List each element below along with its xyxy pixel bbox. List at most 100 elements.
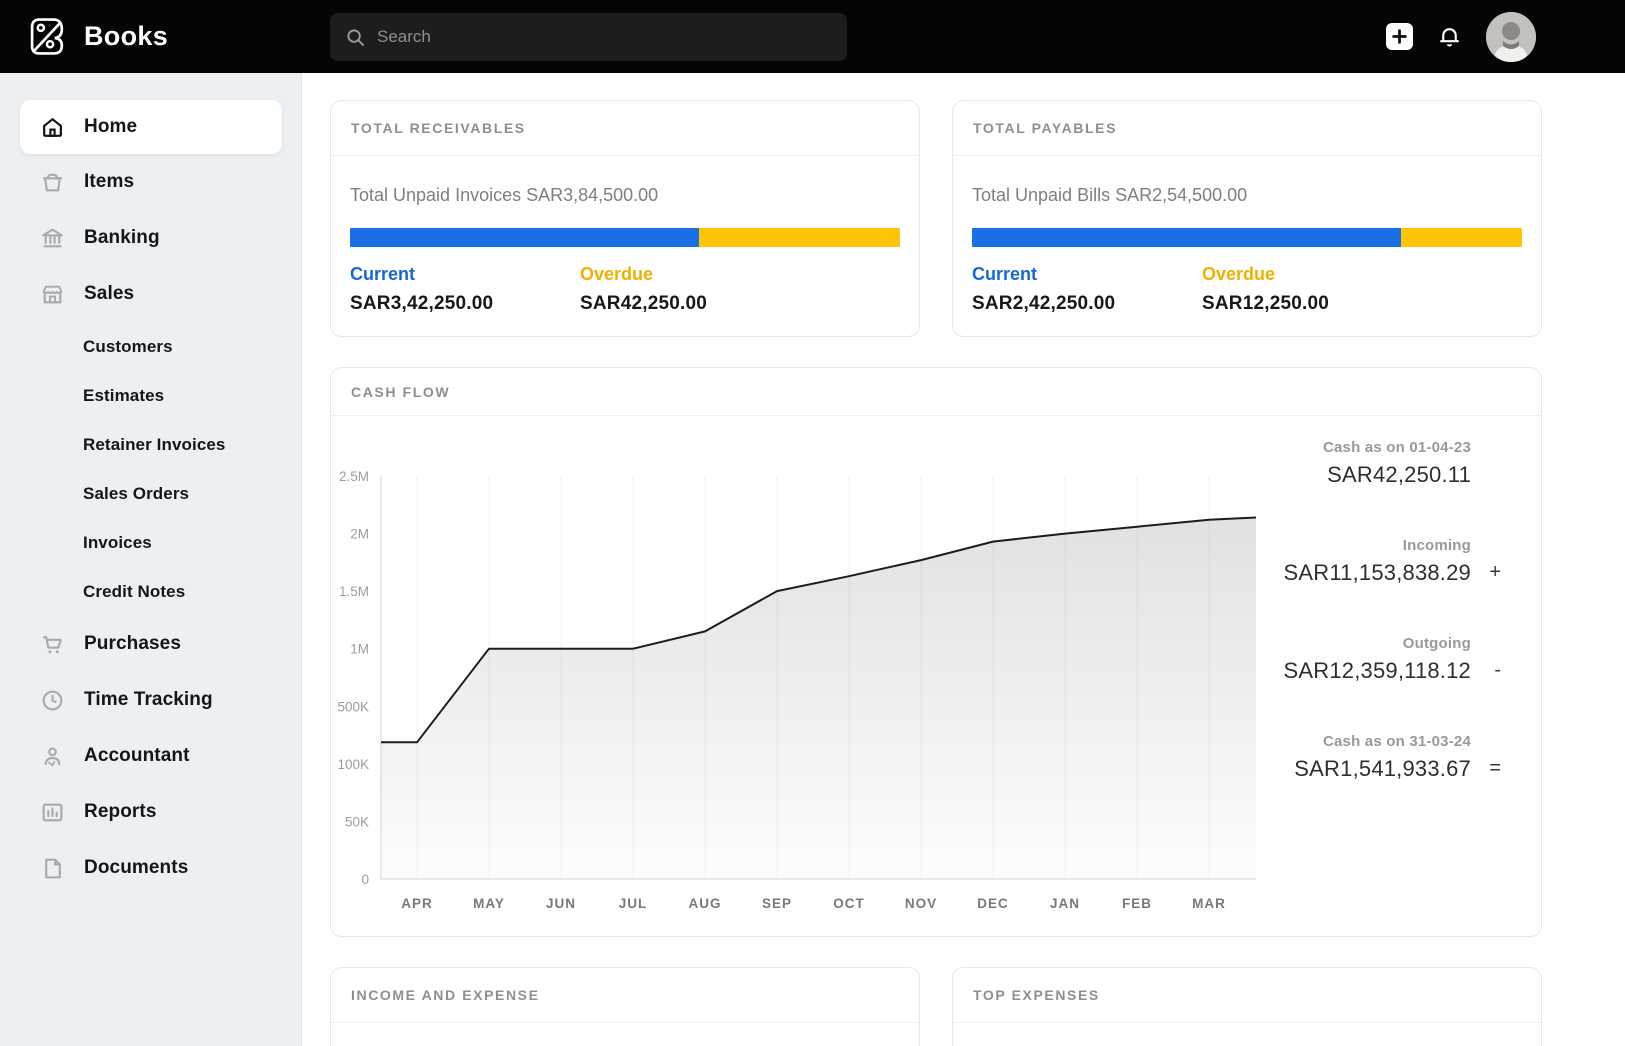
income-and-expense-card: INCOME AND EXPENSE — [330, 967, 920, 1046]
document-icon — [40, 856, 65, 881]
sidebar-item-sales-orders[interactable]: Sales Orders — [0, 469, 301, 518]
card-title: CASH FLOW — [351, 384, 450, 400]
current-value: SAR3,42,250.00 — [350, 293, 580, 315]
sidebar-item-documents[interactable]: Documents — [0, 840, 301, 896]
svg-text:JAN: JAN — [1050, 896, 1080, 911]
svg-text:2M: 2M — [350, 527, 369, 542]
sidebar-item-time-tracking[interactable]: Time Tracking — [0, 672, 301, 728]
sidebar-item-label: Time Tracking — [84, 689, 213, 711]
sidebar-item-home[interactable]: Home — [20, 100, 282, 154]
quick-create-button[interactable] — [1386, 23, 1413, 50]
sidebar-item-label: Sales — [84, 283, 134, 305]
sidebar-item-label: Banking — [84, 227, 160, 249]
sidebar-item-label: Estimates — [83, 386, 164, 406]
stat-value: SAR42,250.11 — [1323, 462, 1471, 488]
svg-text:OCT: OCT — [833, 896, 865, 911]
stat-operator: = — [1471, 757, 1501, 782]
svg-text:1.5M: 1.5M — [339, 584, 369, 599]
sidebar-item-credit-notes[interactable]: Credit Notes — [0, 567, 301, 616]
sidebar-item-label: Invoices — [83, 533, 152, 553]
cart-icon — [40, 632, 65, 657]
svg-text:AUG: AUG — [689, 896, 722, 911]
sidebar-item-label: Accountant — [84, 745, 190, 767]
overdue-value: SAR42,250.00 — [580, 293, 810, 315]
card-header: INCOME AND EXPENSE — [331, 968, 919, 1023]
svg-text:FEB: FEB — [1122, 896, 1152, 911]
dashboard: TOTAL RECEIVABLES Total Unpaid Invoices … — [302, 73, 1625, 1046]
person-icon — [40, 744, 65, 769]
sidebar-item-sales[interactable]: Sales — [0, 266, 301, 322]
total-receivables-card: TOTAL RECEIVABLES Total Unpaid Invoices … — [330, 100, 920, 337]
search-icon — [346, 28, 365, 47]
sidebar-item-banking[interactable]: Banking — [0, 210, 301, 266]
svg-text:SEP: SEP — [762, 896, 792, 911]
sidebar-item-reports[interactable]: Reports — [0, 784, 301, 840]
plus-icon — [1392, 29, 1407, 44]
card-title: INCOME AND EXPENSE — [351, 987, 540, 1003]
svg-text:JUL: JUL — [619, 896, 648, 911]
top-expenses-card: TOP EXPENSES — [952, 967, 1542, 1046]
card-header: TOTAL PAYABLES — [953, 101, 1541, 156]
card-header: CASH FLOW — [331, 368, 1541, 416]
total-payables-card: TOTAL PAYABLES Total Unpaid Bills SAR2,5… — [952, 100, 1542, 337]
sidebar-item-customers[interactable]: Customers — [0, 322, 301, 371]
payables-progress-bar — [972, 228, 1522, 247]
overdue-label: Overdue — [580, 264, 810, 285]
sidebar-item-label: Purchases — [84, 633, 181, 655]
sidebar-item-label: Credit Notes — [83, 582, 185, 602]
notifications-button[interactable] — [1437, 24, 1462, 49]
sidebar-item-invoices[interactable]: Invoices — [0, 518, 301, 567]
card-title: TOP EXPENSES — [973, 987, 1100, 1003]
svg-text:1M: 1M — [350, 642, 369, 657]
current-label: Current — [972, 264, 1202, 285]
svg-text:2.5M: 2.5M — [339, 469, 369, 484]
stat-label: Cash as on 31-03-24 — [1294, 733, 1471, 750]
sidebar-item-retainer-invoices[interactable]: Retainer Invoices — [0, 420, 301, 469]
user-avatar[interactable] — [1486, 12, 1536, 62]
stat-operator — [1471, 486, 1501, 488]
cashflow-stat-outgoing: Outgoing SAR12,359,118.12 - — [1281, 635, 1501, 684]
stat-value: SAR12,359,118.12 — [1284, 658, 1472, 684]
svg-text:NOV: NOV — [905, 896, 937, 911]
bank-icon — [40, 226, 65, 251]
basket-icon — [40, 170, 65, 195]
sidebar-item-accountant[interactable]: Accountant — [0, 728, 301, 784]
svg-text:JUN: JUN — [546, 896, 576, 911]
app-logo: Books — [0, 16, 168, 57]
cash-flow-summary: Cash as on 01-04-23 SAR42,250.11 Incomin… — [1281, 416, 1541, 921]
bar-chart-icon — [40, 800, 65, 825]
svg-text:MAR: MAR — [1192, 896, 1226, 911]
storefront-icon — [40, 282, 65, 307]
app-name: Books — [84, 21, 168, 52]
sidebar-item-purchases[interactable]: Purchases — [0, 616, 301, 672]
svg-text:50K: 50K — [345, 814, 369, 829]
card-header: TOTAL RECEIVABLES — [331, 101, 919, 156]
home-icon — [40, 115, 65, 140]
stat-label: Cash as on 01-04-23 — [1323, 439, 1471, 456]
search-bar[interactable] — [330, 13, 847, 61]
sidebar-item-estimates[interactable]: Estimates — [0, 371, 301, 420]
cash-flow-chart: 050K100K500K1M1.5M2M2.5MAPRMAYJUNJULAUGS… — [331, 461, 1281, 921]
svg-text:500K: 500K — [337, 699, 369, 714]
cashflow-stat-incoming: Incoming SAR11,153,838.29 + — [1281, 537, 1501, 586]
stat-operator: + — [1471, 561, 1501, 586]
sidebar-item-label: Items — [84, 171, 134, 193]
receivables-progress-bar — [350, 228, 900, 247]
card-title: TOTAL RECEIVABLES — [351, 120, 526, 136]
cashflow-stat-cash-as-on-31-03-24: Cash as on 31-03-24 SAR1,541,933.67 = — [1281, 733, 1501, 782]
stat-label: Outgoing — [1284, 635, 1472, 652]
overdue-value: SAR12,250.00 — [1202, 293, 1432, 315]
sidebar-item-label: Reports — [84, 801, 157, 823]
card-title: TOTAL PAYABLES — [973, 120, 1117, 136]
sidebar-item-label: Sales Orders — [83, 484, 189, 504]
sidebar: Home Items Banking Sales Customers Estimates R… — [0, 73, 302, 1046]
overdue-bar-segment — [699, 228, 900, 247]
sidebar-item-label: Home — [84, 116, 137, 138]
sidebar-item-items[interactable]: Items — [0, 154, 301, 210]
sidebar-item-label: Retainer Invoices — [83, 435, 225, 455]
search-input[interactable] — [377, 27, 831, 47]
cash-flow-card: CASH FLOW 050K100K500K1M1.5M2M2.5MAPRMAY… — [330, 367, 1542, 937]
card-header: TOP EXPENSES — [953, 968, 1541, 1023]
stat-value: SAR11,153,838.29 — [1284, 560, 1472, 586]
unpaid-bills-total: Total Unpaid Bills SAR2,54,500.00 — [972, 185, 1522, 206]
